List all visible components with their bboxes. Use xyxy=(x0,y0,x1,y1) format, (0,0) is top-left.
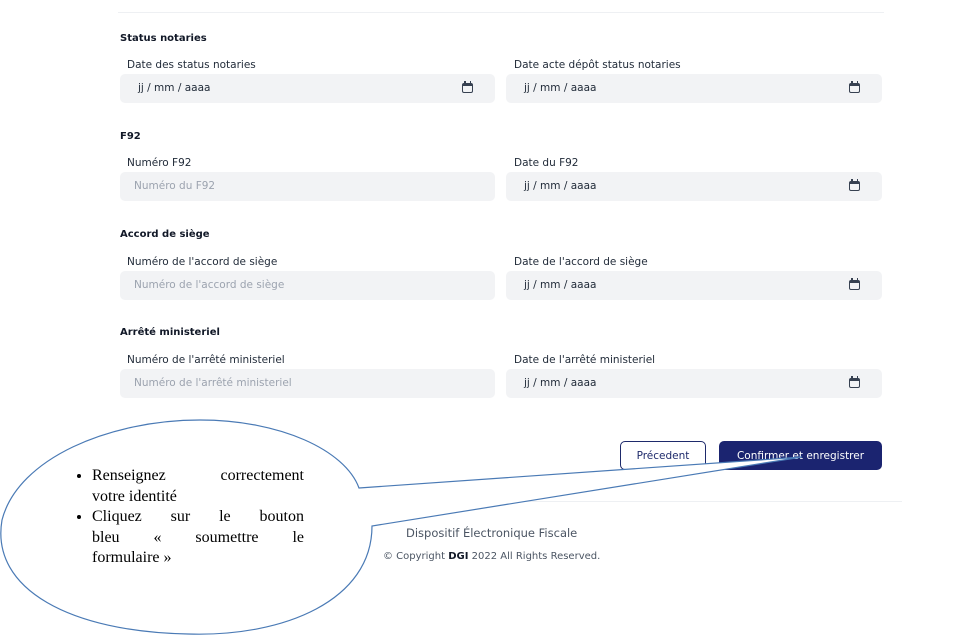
callout-item: Cliquez sur le bouton bleu « soumettre l… xyxy=(92,507,304,569)
callout-line: votre identité xyxy=(92,487,177,505)
callout-line: formulaire » xyxy=(92,549,172,566)
callout-line: Cliquez sur le bouton xyxy=(92,508,304,525)
callout-list: Renseignez correctement votre identité C… xyxy=(66,466,304,569)
callout-item: Renseignez correctement votre identité xyxy=(92,466,304,507)
callout-line: Renseignez correctement xyxy=(92,467,304,484)
callout-line: bleu « soumettre le xyxy=(92,528,304,546)
callout-text: Renseignez correctement votre identité C… xyxy=(66,466,304,569)
